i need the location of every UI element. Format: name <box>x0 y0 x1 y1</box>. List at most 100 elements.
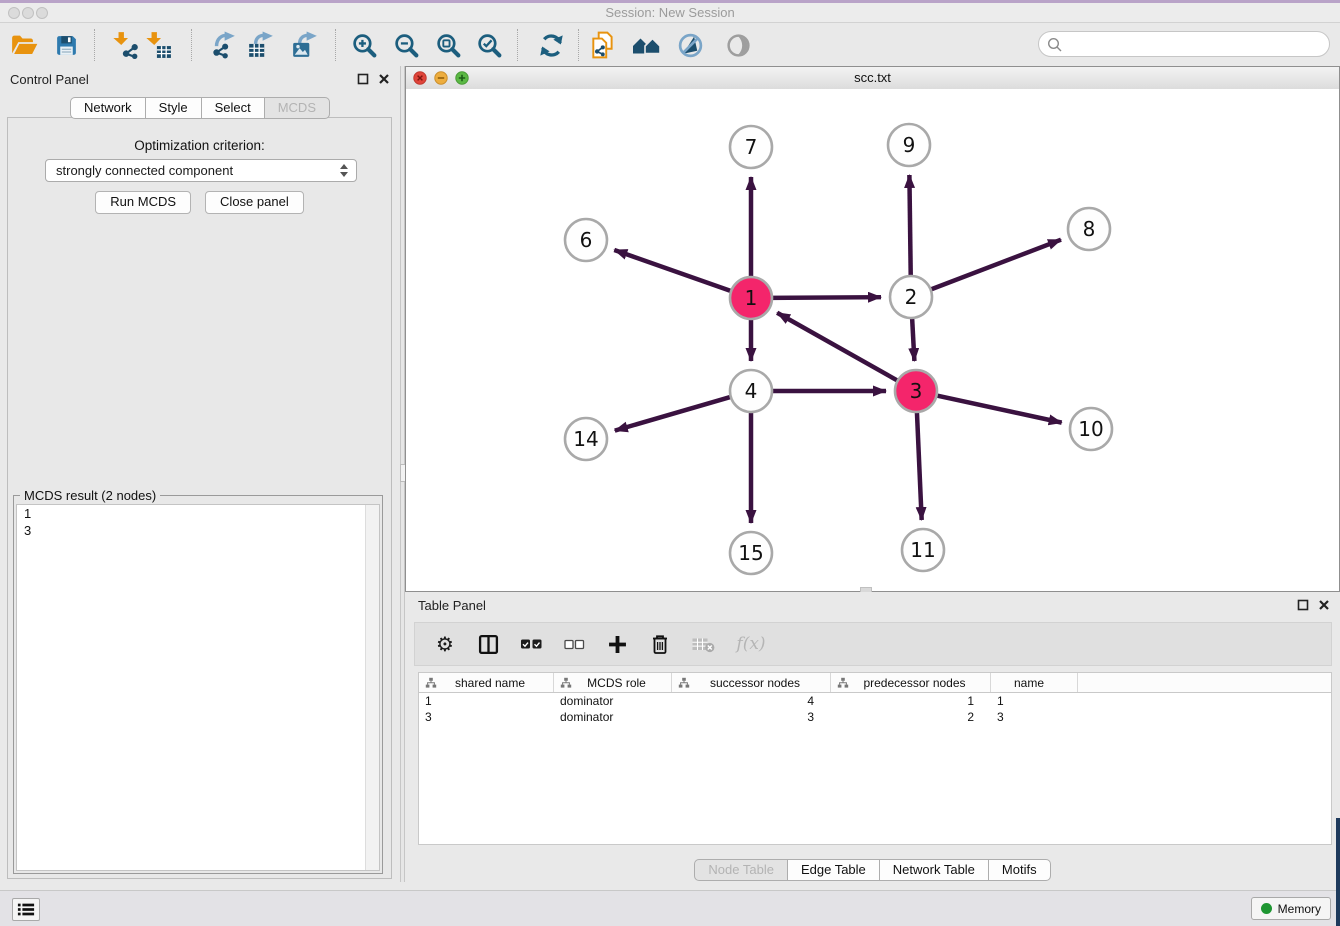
cell-predecessor-nodes[interactable]: 1 <box>831 694 991 708</box>
export-image-button[interactable] <box>290 30 320 60</box>
export-network-button[interactable] <box>208 30 238 60</box>
cell-shared-name[interactable]: 1 <box>419 694 554 708</box>
save-session-button[interactable] <box>51 30 81 60</box>
tab-motifs[interactable]: Motifs <box>988 859 1051 881</box>
table-options-button[interactable]: ⚙ <box>433 631 457 657</box>
network-title: scc.txt <box>406 67 1339 89</box>
gear-icon: ⚙ <box>436 633 454 655</box>
list-icon <box>17 902 35 917</box>
import-network-button[interactable] <box>110 30 140 60</box>
graph-node-label: 11 <box>910 538 935 562</box>
select-all-columns-button[interactable] <box>519 631 543 657</box>
graph-node-label: 6 <box>580 228 593 252</box>
control-panel-tabs: Network Style Select MCDS <box>0 97 400 119</box>
titlebar: Session: New Session <box>0 0 1340 23</box>
column-header-shared-name[interactable]: shared name <box>419 673 554 692</box>
toolbar-separator <box>191 29 192 61</box>
dropdown-stepper-icon <box>339 163 349 178</box>
node-table: shared name MCDS role successor nodes pr… <box>418 672 1332 845</box>
open-session-button[interactable] <box>9 30 39 60</box>
task-history-button[interactable] <box>12 898 40 921</box>
zoom-in-icon <box>351 32 378 59</box>
network-window-titlebar[interactable]: scc.txt <box>406 67 1339 90</box>
import-table-button[interactable] <box>143 30 173 60</box>
cell-mcds-role[interactable]: dominator <box>554 694 672 708</box>
mcds-result-list[interactable]: 1 3 <box>16 504 380 871</box>
unselect-all-columns-button[interactable] <box>562 631 586 657</box>
cell-mcds-role[interactable]: dominator <box>554 710 672 724</box>
zoom-fit-button[interactable] <box>433 30 463 60</box>
result-item[interactable]: 3 <box>17 522 379 539</box>
memory-button[interactable]: Memory <box>1251 897 1331 920</box>
import-table-icon <box>144 31 172 59</box>
cell-name[interactable]: 3 <box>991 710 1078 724</box>
graph-edge-2-3[interactable] <box>912 316 914 361</box>
close-panel-button[interactable]: Close panel <box>205 191 304 214</box>
cell-successor-nodes[interactable]: 3 <box>672 710 831 724</box>
column-header-name[interactable]: name <box>991 673 1078 692</box>
table-row[interactable]: 3 dominator 3 2 3 <box>419 709 1331 725</box>
memory-status-icon <box>1261 903 1272 914</box>
tab-network[interactable]: Network <box>70 97 146 119</box>
checked-boxes-icon <box>520 637 543 651</box>
zoom-selected-icon <box>476 32 503 59</box>
criterion-dropdown[interactable]: strongly connected component <box>45 159 357 182</box>
graph-edge-3-11[interactable] <box>917 410 922 520</box>
tab-node-table[interactable]: Node Table <box>694 859 788 881</box>
graph-node-label: 2 <box>905 285 918 309</box>
graph-edge-4-14[interactable] <box>615 396 733 430</box>
cell-successor-nodes[interactable]: 4 <box>672 694 831 708</box>
graph-edge-3-1[interactable] <box>777 313 899 382</box>
graph-node-label: 9 <box>903 133 916 157</box>
show-hide-graphics-details-button[interactable] <box>675 30 705 60</box>
result-item[interactable]: 1 <box>17 505 379 522</box>
graph-edge-2-9[interactable] <box>909 175 910 278</box>
close-panel-icon[interactable] <box>1318 599 1330 611</box>
save-floppy-icon <box>54 33 79 58</box>
control-panel-title: Control Panel <box>10 72 89 87</box>
graph-edge-1-6[interactable] <box>614 250 733 292</box>
tab-style[interactable]: Style <box>145 97 202 119</box>
close-panel-icon[interactable] <box>378 73 390 85</box>
zoom-in-button[interactable] <box>349 30 379 60</box>
float-panel-icon[interactable] <box>1297 599 1309 611</box>
create-column-button[interactable] <box>605 631 629 657</box>
graph-node-label: 8 <box>1083 217 1096 241</box>
column-type-icon <box>560 677 572 689</box>
apply-layout-button[interactable] <box>536 30 566 60</box>
birds-eye-view-button[interactable] <box>723 30 753 60</box>
clone-network-button[interactable] <box>588 30 618 60</box>
float-panel-icon[interactable] <box>357 73 369 85</box>
search-input[interactable] <box>1069 33 1323 57</box>
graph-edge-2-8[interactable] <box>929 240 1061 291</box>
tab-mcds[interactable]: MCDS <box>264 97 330 119</box>
column-header-mcds-role[interactable]: MCDS role <box>554 673 672 692</box>
graph-edge-3-10[interactable] <box>935 395 1062 423</box>
column-header-predecessor-nodes[interactable]: predecessor nodes <box>831 673 991 692</box>
table-panel-title: Table Panel <box>418 598 486 613</box>
zoom-out-button[interactable] <box>391 30 421 60</box>
table-row[interactable]: 1 dominator 4 1 1 <box>419 693 1331 709</box>
result-scrollbar[interactable] <box>365 505 379 870</box>
run-mcds-button[interactable]: Run MCDS <box>95 191 191 214</box>
export-table-button[interactable] <box>246 30 276 60</box>
tab-select[interactable]: Select <box>201 97 265 119</box>
mcds-panel-body: Optimization criterion: strongly connect… <box>7 117 392 879</box>
zoom-selected-button[interactable] <box>474 30 504 60</box>
delete-columns-button[interactable] <box>648 631 672 657</box>
zoom-out-icon <box>393 32 420 59</box>
graph-edge-1-2[interactable] <box>770 297 881 298</box>
tab-network-table[interactable]: Network Table <box>879 859 989 881</box>
toolbar-separator <box>94 29 95 61</box>
export-network-icon <box>209 31 237 59</box>
show-column-panel-button[interactable] <box>476 631 500 657</box>
cell-predecessor-nodes[interactable]: 2 <box>831 710 991 724</box>
network-canvas[interactable]: 1234678910111415 <box>406 89 1339 591</box>
cell-name[interactable]: 1 <box>991 694 1078 708</box>
main-toolbar <box>0 23 1340 67</box>
column-header-successor-nodes[interactable]: successor nodes <box>672 673 831 692</box>
tab-edge-table[interactable]: Edge Table <box>787 859 880 881</box>
first-neighbors-button[interactable] <box>632 30 662 60</box>
cell-shared-name[interactable]: 3 <box>419 710 554 724</box>
status-bar: Memory <box>0 890 1340 926</box>
